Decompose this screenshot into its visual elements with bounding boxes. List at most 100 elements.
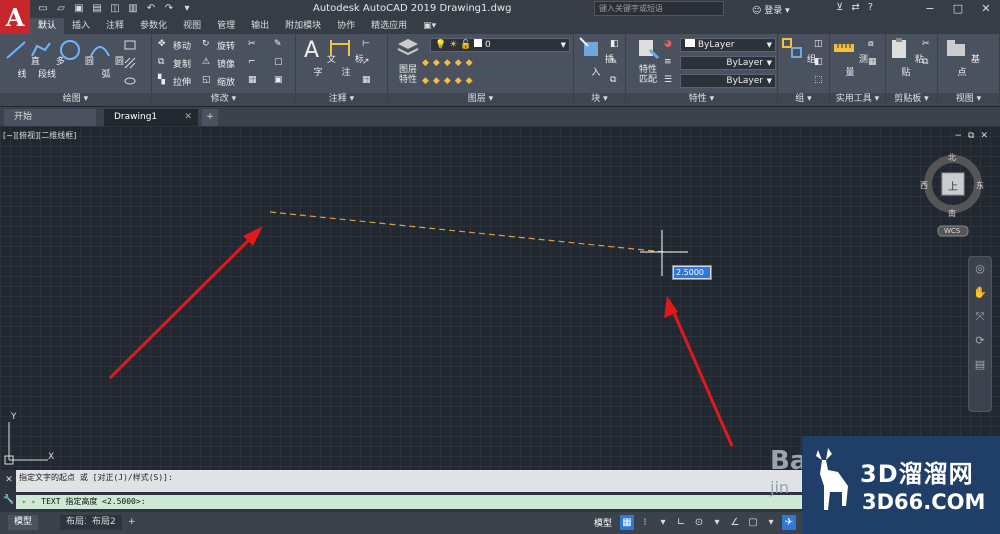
new-file-icon[interactable]: ▭ [36, 2, 50, 15]
layer-tool-row-2[interactable]: ◆◆◆◆◆ [422, 74, 477, 88]
arc-button[interactable]: 圆弧 [86, 38, 126, 80]
maximize-icon[interactable]: □ [944, 0, 972, 18]
help-icon[interactable]: ? [868, 2, 873, 13]
orbit-icon[interactable]: ⟳ [969, 329, 991, 353]
model-space-toggle[interactable]: 模型 [594, 516, 612, 529]
draw-panel-title[interactable]: 绘图 ▾ [0, 93, 151, 106]
quick-select-button[interactable]: ⧇ [868, 38, 880, 52]
rotate-button[interactable]: ↻ 旋转 [202, 38, 235, 52]
viewcube-top-face[interactable]: 上 [948, 178, 958, 193]
new-tab-button[interactable]: + [202, 109, 218, 126]
erase-button[interactable]: ✎ [274, 38, 286, 52]
measure-button[interactable]: 测量 [830, 36, 870, 78]
save-as-icon[interactable]: ▤ [90, 2, 104, 15]
tab-ribbon-7[interactable]: 附加模块 [277, 18, 329, 34]
layer-tool-row-1[interactable]: ◆◆◆◆◆ [422, 56, 477, 70]
edit-block-button[interactable]: ✎ [610, 56, 622, 70]
viewcube-north[interactable]: 北 [948, 152, 956, 163]
linetype-dropdown[interactable]: ByLayer ▼ [680, 56, 776, 70]
wrench-icon[interactable]: 🔧 [2, 490, 16, 510]
group-button[interactable]: 组 [778, 36, 818, 65]
polar-tracking-icon[interactable]: ⊙ [692, 515, 706, 530]
steering-wheel-icon[interactable]: ◎ [969, 257, 991, 281]
fillet-button[interactable]: ⌐ [248, 56, 260, 70]
ortho-icon[interactable]: ∟ [674, 515, 688, 530]
login-link[interactable]: ☺ 登录 ▾ [752, 3, 790, 16]
create-block-button[interactable]: ◧ [610, 38, 622, 52]
viewcube-west[interactable]: 西 [920, 180, 928, 191]
mirror-button[interactable]: ⚠ 镜像 [202, 56, 235, 70]
trim-button[interactable]: ✂ [248, 38, 260, 52]
lineweight-button[interactable]: ☰ [664, 74, 676, 88]
copy-button[interactable]: ⧉ 复制 [158, 56, 191, 70]
tab-ribbon-2[interactable]: 注释 [98, 18, 132, 34]
linear-dim-button[interactable]: ⊢ [362, 38, 374, 52]
scale-button[interactable]: ◱ 缩放 [202, 74, 235, 88]
layout-tab-model[interactable]: 模型 [8, 515, 39, 530]
layer-dropdown[interactable]: 💡 ☀ 🔓 0 ▼ [430, 38, 570, 52]
table-button[interactable]: ▦ [362, 74, 374, 88]
close-icon[interactable]: ✕ [972, 0, 1000, 18]
object-snap-icon[interactable]: ▢ [746, 515, 760, 530]
ribbon-options-icon[interactable]: ▣▾ [423, 21, 436, 31]
properties-panel-title[interactable]: 特性 ▾ [626, 93, 777, 106]
layout-tab-layout2[interactable]: 布局2 [86, 515, 122, 530]
tab-start[interactable]: 开始 [4, 109, 96, 126]
tab-drawing1[interactable]: Drawing1 ✕ [104, 109, 198, 126]
undo-icon[interactable]: ↶ [144, 2, 158, 15]
cut-button[interactable]: ✂ [922, 38, 934, 52]
zoom-extents-icon[interactable]: ⤧ [969, 305, 991, 329]
explode-button[interactable]: ▢ [274, 56, 286, 70]
viewcube[interactable] [924, 155, 982, 237]
array-button[interactable]: ▦ [248, 74, 260, 88]
chevron-down-icon[interactable]: ▾ [180, 2, 194, 15]
linetype-button[interactable]: ≡ [664, 56, 676, 70]
drawing-canvas[interactable]: [−][俯视][二维线框] − ⧉ ✕ Y X 北 南 西 东 上 WCS ◎ … [0, 126, 1000, 470]
ungroup-button[interactable]: ◫ [814, 38, 826, 52]
chevron-down-icon[interactable]: ▾ [710, 515, 724, 530]
rectangle-button[interactable] [124, 38, 136, 52]
web-open-icon[interactable]: ◫ [108, 2, 122, 15]
ellipse-button[interactable] [124, 74, 136, 88]
view-panel-title[interactable]: 视图 ▾ [938, 93, 999, 106]
close-tab-icon[interactable]: ✕ [184, 109, 192, 126]
modify-panel-title[interactable]: 修改 ▾ [152, 93, 295, 106]
color-dropdown[interactable]: ByLayer ▼ [680, 38, 776, 52]
tab-ribbon-4[interactable]: 视图 [175, 18, 209, 34]
plot-icon[interactable]: ▥ [126, 2, 140, 15]
group-edit-button[interactable]: ◧ [814, 56, 826, 70]
isometric-icon[interactable]: ∠ [728, 515, 742, 530]
lineweight-dropdown[interactable]: ByLayer ▼ [680, 74, 776, 88]
dynamic-input-field[interactable]: 2.5000 [672, 265, 712, 280]
chevron-down-icon[interactable]: ▾ [764, 515, 778, 530]
dimension-button[interactable]: 标注 [326, 36, 366, 78]
showmotion-icon[interactable]: ▤ [969, 353, 991, 377]
minimize-icon[interactable]: − [916, 0, 944, 18]
close-icon[interactable]: ✕ [2, 470, 16, 490]
paste-button[interactable]: 粘贴 [886, 36, 926, 78]
tab-ribbon-8[interactable]: 协作 [329, 18, 363, 34]
annotation-scale-icon[interactable]: ✈ [782, 515, 796, 530]
cart-icon[interactable]: ⊻ [836, 2, 843, 13]
edit-attributes-button[interactable]: ⧉ [610, 74, 622, 88]
offset-button[interactable]: ▣ [274, 74, 286, 88]
pan-hand-icon[interactable]: ✋ [969, 281, 991, 305]
match-properties-button[interactable]: 特性 匹配 [628, 36, 668, 85]
layers-panel-title[interactable]: 图层 ▾ [388, 93, 573, 106]
calculator-button[interactable]: ▦ [868, 56, 880, 70]
tab-ribbon-1[interactable]: 插入 [64, 18, 98, 34]
group-panel-title[interactable]: 组 ▾ [778, 93, 829, 106]
annotation-panel-title[interactable]: 注释 ▾ [296, 93, 387, 106]
tab-ribbon-0[interactable]: 默认 [30, 18, 65, 34]
new-layout-button[interactable]: + [122, 515, 142, 530]
chevron-down-icon[interactable]: ▾ [656, 515, 670, 530]
viewcube-east[interactable]: 东 [976, 180, 984, 191]
clipboard-panel-title[interactable]: 剪贴板 ▾ [886, 93, 937, 106]
stretch-button[interactable]: ▚ 拉伸 [158, 74, 191, 88]
grid-icon[interactable]: ▦ [620, 515, 634, 530]
move-button[interactable]: ✥ 移动 [158, 38, 191, 52]
redo-icon[interactable]: ↷ [162, 2, 176, 15]
exchange-icon[interactable]: ⇄ [851, 2, 859, 13]
utilities-panel-title[interactable]: 实用工具 ▾ [830, 93, 885, 106]
color-wheel-button[interactable]: ◕ [664, 38, 676, 52]
